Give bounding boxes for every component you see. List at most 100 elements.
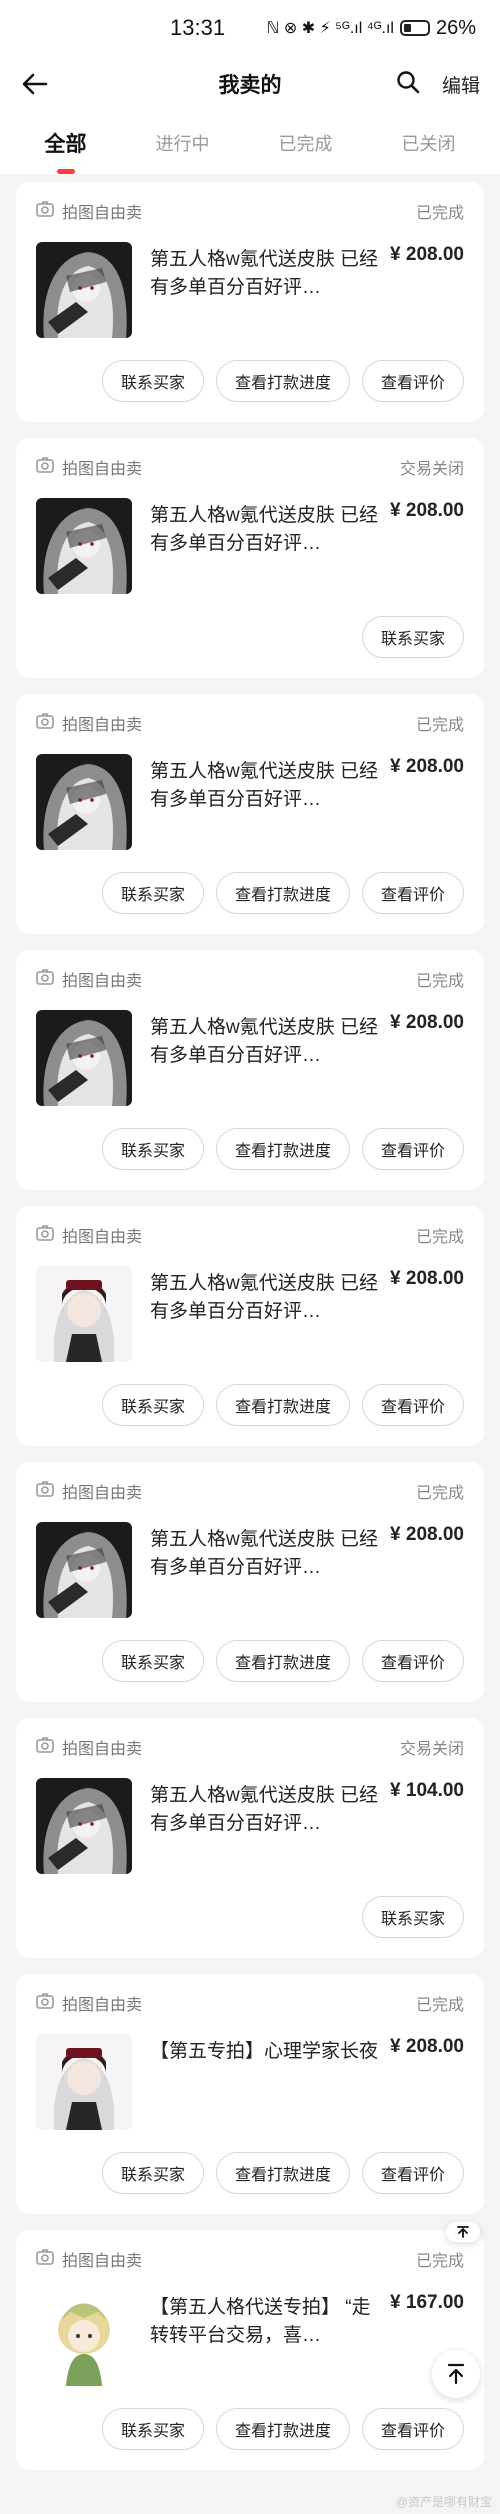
- product-row[interactable]: 【第五专拍】心理学家长夜 ¥ 208.00: [36, 2034, 464, 2130]
- status-bar: 13:31 ℕ ⊗ ✱ ⚡ ⁵ᴳ.ıl ⁴ᴳ.ıl 26%: [0, 0, 500, 56]
- order-card[interactable]: 拍图自由卖 交易关闭第五人格w氪代送皮肤 已经有多单百分百好评… ¥ 208.00 联…: [16, 438, 484, 678]
- source-label: 拍图自由卖: [36, 455, 142, 479]
- order-status: 已完成: [415, 205, 464, 222]
- product-thumbnail[interactable]: [36, 1266, 132, 1362]
- product-row[interactable]: 【第五人格代送专拍】 “走转转平台交易，喜… ¥ 167.00: [36, 2290, 464, 2386]
- product-price: ¥ 208.00: [390, 2036, 464, 2057]
- order-status: 交易关闭: [399, 1741, 464, 1758]
- contact-buyer-button[interactable]: 联系买家: [102, 1640, 204, 1682]
- source-text: 拍图自由卖: [62, 1229, 143, 1246]
- order-card[interactable]: 拍图自由卖 已完成第五人格w氪代送皮肤 已经有多单百分百好评… ¥ 208.00 联系…: [16, 182, 484, 422]
- order-actions: 联系买家 查看打款进度 查看评价: [36, 1640, 464, 1682]
- product-thumbnail[interactable]: [36, 2290, 132, 2386]
- payment-progress-button[interactable]: 查看打款进度: [216, 1128, 350, 1170]
- product-thumbnail[interactable]: [36, 498, 132, 594]
- tab-in-progress[interactable]: 进行中: [146, 124, 220, 162]
- source-label: 拍图自由卖: [36, 2247, 142, 2271]
- status-tabs: 全部 进行中 已完成 已关闭: [0, 112, 500, 174]
- order-card[interactable]: 拍图自由卖 已完成 【第五专拍】心理学家长夜 ¥ 208.00 联系买家 查看打款进度 查看…: [16, 1974, 484, 2214]
- view-review-button[interactable]: 查看评价: [362, 2408, 464, 2450]
- contact-buyer-button[interactable]: 联系买家: [102, 1128, 204, 1170]
- camera-icon: [36, 1480, 54, 1502]
- payment-progress-button[interactable]: 查看打款进度: [216, 872, 350, 914]
- contact-buyer-button[interactable]: 联系买家: [362, 1896, 464, 1938]
- payment-progress-button[interactable]: 查看打款进度: [216, 2152, 350, 2194]
- order-actions: 联系买家 查看打款进度 查看评价: [36, 360, 464, 402]
- contact-buyer-button[interactable]: 联系买家: [362, 616, 464, 658]
- order-card[interactable]: 拍图自由卖 已完成【第五人格代送专拍】 “走转转平台交易，喜… ¥ 167.00 联系…: [16, 2230, 484, 2470]
- product-title: 第五人格w氪代送皮肤 已经有多单百分百好评…: [150, 1785, 379, 1834]
- back-arrow-icon[interactable]: [20, 69, 50, 99]
- contact-buyer-button[interactable]: 联系买家: [102, 1384, 204, 1426]
- product-price: ¥ 208.00: [390, 244, 464, 265]
- edit-button[interactable]: 编辑: [442, 71, 480, 98]
- source-label: 拍图自由卖: [36, 1735, 142, 1759]
- product-row[interactable]: 第五人格w氪代送皮肤 已经有多单百分百好评… ¥ 208.00: [36, 242, 464, 338]
- product-title: 第五人格w氪代送皮肤 已经有多单百分百好评…: [150, 1017, 379, 1066]
- product-row[interactable]: 第五人格w氪代送皮肤 已经有多单百分百好评… ¥ 208.00: [36, 498, 464, 594]
- camera-icon: [36, 200, 54, 222]
- contact-buyer-button[interactable]: 联系买家: [102, 872, 204, 914]
- camera-icon: [36, 456, 54, 478]
- product-row[interactable]: 第五人格w氪代送皮肤 已经有多单百分百好评… ¥ 104.00: [36, 1778, 464, 1874]
- tab-completed[interactable]: 已完成: [269, 124, 343, 162]
- view-review-button[interactable]: 查看评价: [362, 1128, 464, 1170]
- payment-progress-button[interactable]: 查看打款进度: [216, 2408, 350, 2450]
- product-row[interactable]: 第五人格w氪代送皮肤 已经有多单百分百好评… ¥ 208.00: [36, 1522, 464, 1618]
- battery-icon: [399, 20, 430, 36]
- product-price: ¥ 208.00: [390, 1268, 464, 1289]
- scroll-top-mini-button[interactable]: [446, 2222, 480, 2242]
- product-row[interactable]: 第五人格w氪代送皮肤 已经有多单百分百好评… ¥ 208.00: [36, 1266, 464, 1362]
- product-thumbnail[interactable]: [36, 1522, 132, 1618]
- product-title: 第五人格w氪代送皮肤 已经有多单百分百好评…: [150, 505, 379, 554]
- camera-icon: [36, 1224, 54, 1246]
- order-card[interactable]: 拍图自由卖 已完成 第五人格w氪代送皮肤 已经有多单百分百好评… ¥ 208.00 联系…: [16, 1206, 484, 1446]
- source-text: 拍图自由卖: [62, 461, 143, 478]
- view-review-button[interactable]: 查看评价: [362, 872, 464, 914]
- product-title: 第五人格w氪代送皮肤 已经有多单百分百好评…: [150, 249, 379, 298]
- product-row[interactable]: 第五人格w氪代送皮肤 已经有多单百分百好评… ¥ 208.00: [36, 1010, 464, 1106]
- product-thumbnail[interactable]: [36, 242, 132, 338]
- product-row[interactable]: 第五人格w氪代送皮肤 已经有多单百分百好评… ¥ 208.00: [36, 754, 464, 850]
- product-thumbnail[interactable]: [36, 2034, 132, 2130]
- camera-icon: [36, 968, 54, 990]
- order-status: 已完成: [415, 2253, 464, 2270]
- contact-buyer-button[interactable]: 联系买家: [102, 2408, 204, 2450]
- order-list: 拍图自由卖 已完成 第五人格w氪代送皮肤 已经有多单百分百好评… ¥ 208.00 联系…: [0, 174, 500, 2470]
- payment-progress-button[interactable]: 查看打款进度: [216, 360, 350, 402]
- view-review-button[interactable]: 查看评价: [362, 1384, 464, 1426]
- product-thumbnail[interactable]: [36, 1778, 132, 1874]
- product-thumbnail[interactable]: [36, 754, 132, 850]
- payment-progress-button[interactable]: 查看打款进度: [216, 1640, 350, 1682]
- view-review-button[interactable]: 查看评价: [362, 2152, 464, 2194]
- product-price: ¥ 208.00: [390, 756, 464, 777]
- order-card[interactable]: 拍图自由卖 已完成 第五人格w氪代送皮肤 已经有多单百分百好评… ¥ 208.00 联系…: [16, 1462, 484, 1702]
- order-actions: 联系买家 查看打款进度 查看评价: [36, 872, 464, 914]
- contact-buyer-button[interactable]: 联系买家: [102, 2152, 204, 2194]
- order-card[interactable]: 拍图自由卖 交易关闭第五人格w氪代送皮肤 已经有多单百分百好评… ¥ 104.00 联…: [16, 1718, 484, 1958]
- source-text: 拍图自由卖: [62, 1997, 143, 2014]
- order-actions: 联系买家 查看打款进度 查看评价: [36, 1384, 464, 1426]
- order-card[interactable]: 拍图自由卖 已完成 第五人格w氪代送皮肤 已经有多单百分百好评… ¥ 208.00 联系…: [16, 950, 484, 1190]
- contact-buyer-button[interactable]: 联系买家: [102, 360, 204, 402]
- source-text: 拍图自由卖: [62, 717, 143, 734]
- tab-all[interactable]: 全部: [35, 122, 97, 164]
- view-review-button[interactable]: 查看评价: [362, 1640, 464, 1682]
- product-price: ¥ 208.00: [390, 500, 464, 521]
- search-icon[interactable]: [396, 70, 420, 99]
- source-label: 拍图自由卖: [36, 1223, 142, 1247]
- product-thumbnail[interactable]: [36, 1010, 132, 1106]
- product-title: 第五人格w氪代送皮肤 已经有多单百分百好评…: [150, 1273, 379, 1322]
- source-text: 拍图自由卖: [62, 973, 143, 990]
- order-card[interactable]: 拍图自由卖 已完成 第五人格w氪代送皮肤 已经有多单百分百好评… ¥ 208.00 联系…: [16, 694, 484, 934]
- view-review-button[interactable]: 查看评价: [362, 360, 464, 402]
- status-icons: ℕ ⊗ ✱ ⚡ ⁵ᴳ.ıl ⁴ᴳ.ıl 26%: [267, 17, 476, 40]
- order-actions: 联系买家 查看打款进度 查看评价: [36, 1128, 464, 1170]
- camera-icon: [36, 1736, 54, 1758]
- back-to-top-button[interactable]: [432, 2350, 480, 2398]
- watermark: @资产是哪有财宝: [395, 2495, 492, 2509]
- tab-closed[interactable]: 已关闭: [392, 124, 466, 162]
- source-text: 拍图自由卖: [62, 205, 143, 222]
- order-status: 交易关闭: [399, 461, 464, 478]
- payment-progress-button[interactable]: 查看打款进度: [216, 1384, 350, 1426]
